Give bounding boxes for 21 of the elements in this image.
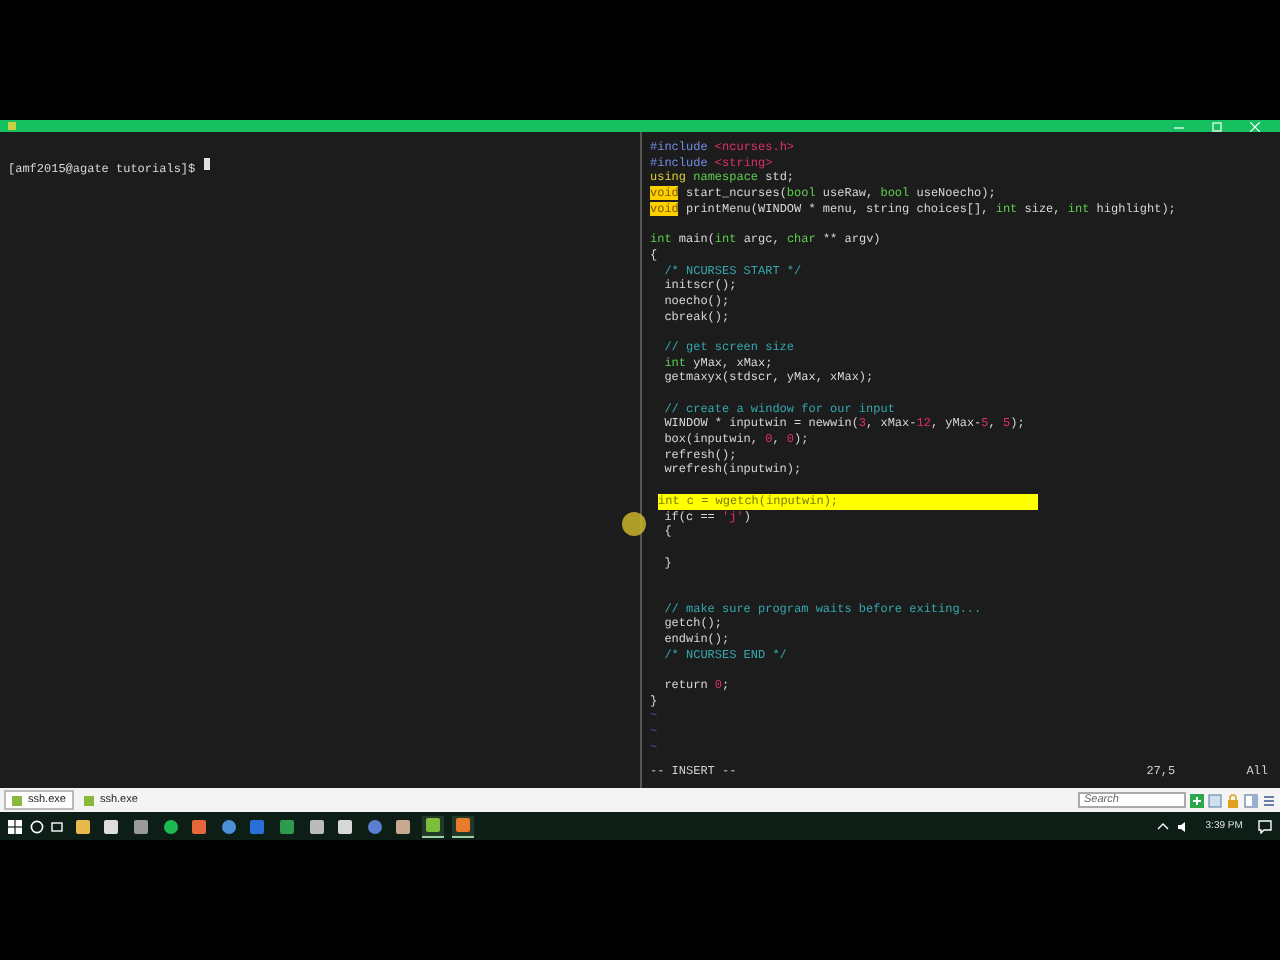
notification-icon[interactable] <box>1258 819 1272 833</box>
mouse-pointer-highlight <box>622 512 646 536</box>
windows-start-icon[interactable] <box>8 819 22 833</box>
taskbar-app[interactable] <box>129 815 152 837</box>
taskbar-app[interactable] <box>392 815 415 837</box>
speaker-icon[interactable] <box>1176 819 1191 833</box>
taskbar-app[interactable] <box>159 815 182 837</box>
taskbar-app[interactable] <box>334 815 357 837</box>
taskbar-app[interactable] <box>188 815 211 837</box>
text-cursor <box>203 157 210 170</box>
task-view-icon[interactable] <box>50 819 65 833</box>
search-icon[interactable] <box>29 819 44 833</box>
taskbar-app[interactable] <box>421 815 444 837</box>
add-icon[interactable] <box>1190 793 1204 807</box>
taskbar-app[interactable] <box>305 815 328 837</box>
taskbar-app[interactable] <box>71 815 94 837</box>
chevron-up-icon[interactable] <box>1155 819 1170 833</box>
menu-icon[interactable] <box>1262 793 1276 807</box>
taskbar-app[interactable] <box>100 815 123 837</box>
taskbar-app[interactable] <box>451 815 473 837</box>
taskbar-app[interactable] <box>217 815 240 837</box>
